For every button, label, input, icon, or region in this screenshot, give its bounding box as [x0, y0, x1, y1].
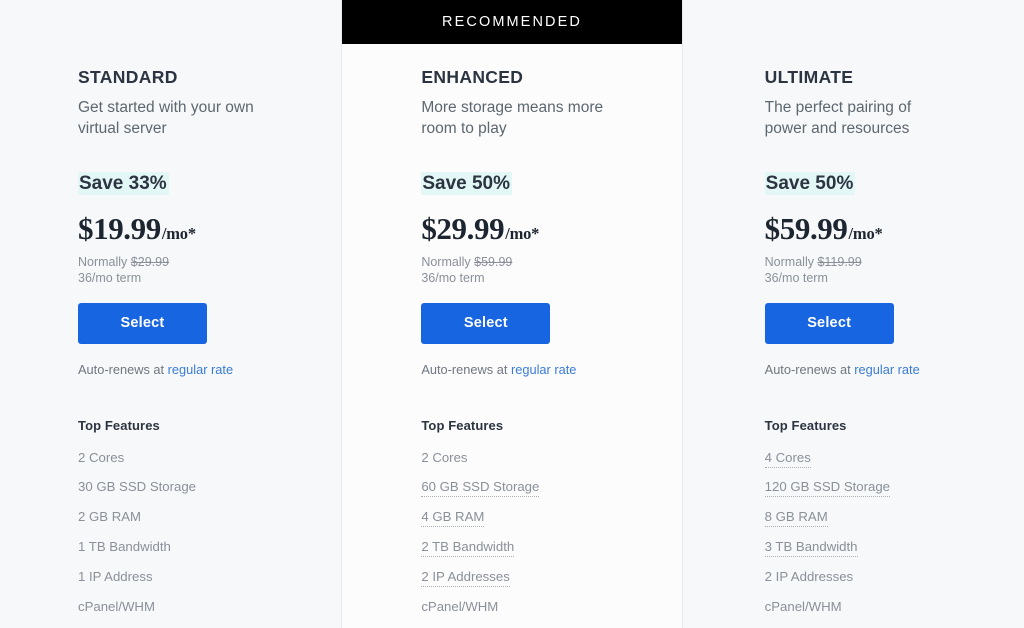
regular-rate-link[interactable]: regular rate [168, 362, 233, 377]
term-line: 36/mo term [764, 271, 828, 286]
features-title: Top Features [764, 417, 847, 433]
renew-prefix: Auto-renews at [764, 361, 855, 377]
feature-item: cPanel/WHM [78, 598, 155, 614]
renew-prefix: Auto-renews at [78, 361, 168, 377]
feature-item: 30 GB SSD Storage [78, 479, 197, 495]
features-list: Top Features 4 Cores 120 GB SSD Storage … [764, 417, 1002, 615]
price-period: /mo* [505, 223, 540, 243]
plan-tagline: The perfect pairing of power and resourc… [764, 99, 912, 137]
normally-line: Normally $59.99 [421, 254, 659, 271]
plan-tagline: Get started with your own virtual server [78, 99, 254, 137]
renew-prefix: Auto-renews at [421, 361, 511, 377]
feature-item[interactable]: 120 GB SSD Storage [764, 479, 1002, 498]
term-line: 36/mo term [421, 271, 485, 286]
plan-name: ULTIMATE [764, 67, 854, 87]
regular-rate-link[interactable]: regular rate [511, 362, 576, 377]
renew-note: Auto-renews at regular rate [765, 362, 1002, 377]
feature-item: 1 TB Bandwidth [78, 539, 171, 555]
select-button[interactable]: Select [764, 302, 894, 344]
normally-price: $119.99 [817, 254, 862, 269]
feature-item: 2 Cores [421, 449, 468, 465]
feature-item[interactable]: 8 GB RAM [764, 509, 1002, 528]
price-note: Normally $119.99 36/mo term [765, 254, 1002, 287]
price-row: $19.99 /mo* [78, 211, 319, 247]
plan-tagline: More storage means more room to play [421, 99, 604, 137]
feature-item[interactable]: 3 TB Bandwidth [764, 539, 1002, 558]
normally-price: $29.99 [130, 254, 170, 269]
feature-item: cPanel/WHM [764, 598, 842, 614]
feature-item[interactable]: 60 GB SSD Storage [421, 479, 659, 498]
normally-prefix: Normally [764, 254, 818, 269]
feature-item: 2 GB RAM [78, 509, 142, 525]
select-button[interactable]: Select [421, 302, 551, 344]
price-note: Normally $29.99 36/mo term [78, 254, 319, 287]
feature-item: cPanel/WHM [421, 598, 499, 614]
plan-card-enhanced: RECOMMENDED ENHANCED More storage means … [341, 0, 683, 628]
plan-name: STANDARD [78, 67, 178, 87]
regular-rate-link[interactable]: regular rate [854, 362, 919, 377]
feature-item[interactable]: 4 GB RAM [421, 509, 659, 528]
select-button[interactable]: Select [78, 302, 207, 344]
features-title: Top Features [78, 417, 160, 433]
feature-item: 2 Cores [78, 449, 125, 465]
renew-note: Auto-renews at regular rate [421, 362, 659, 377]
features-list: Top Features 2 Cores 30 GB SSD Storage 2… [78, 418, 319, 615]
normally-line: Normally $29.99 [78, 254, 319, 271]
recommended-banner: RECOMMENDED [342, 0, 682, 44]
features-title: Top Features [421, 417, 504, 433]
normally-prefix: Normally [421, 254, 475, 269]
feature-item[interactable]: 2 TB Bandwidth [421, 539, 659, 558]
normally-price: $59.99 [474, 254, 513, 269]
price-period: /mo* [848, 223, 883, 243]
renew-note: Auto-renews at regular rate [78, 362, 319, 377]
normally-prefix: Normally [78, 254, 131, 269]
feature-item: 1 IP Address [78, 569, 153, 585]
savings-row: Save 33% [78, 171, 319, 197]
plan-name: ENHANCED [421, 67, 524, 87]
plan-card-standard: STANDARD Get started with your own virtu… [0, 0, 341, 628]
feature-item[interactable]: 4 Cores [764, 449, 1002, 468]
savings-row: Save 50% [764, 171, 1002, 197]
price-amount: $59.99 [764, 210, 848, 246]
term-line: 36/mo term [78, 271, 142, 286]
price-amount: $19.99 [78, 210, 161, 246]
save-badge: Save 50% [764, 172, 856, 195]
feature-item[interactable]: 2 IP Addresses [421, 569, 659, 588]
save-badge: Save 33% [78, 172, 169, 195]
feature-item: 2 IP Addresses [764, 569, 854, 585]
price-row: $59.99 /mo* [765, 211, 1002, 247]
plan-card-ultimate: ULTIMATE The perfect pairing of power an… [683, 0, 1024, 628]
features-list: Top Features 2 Cores 60 GB SSD Storage 4… [421, 418, 659, 615]
price-amount: $29.99 [421, 210, 505, 246]
normally-line: Normally $119.99 [765, 254, 1002, 271]
pricing-table: STANDARD Get started with your own virtu… [0, 0, 1024, 628]
price-row: $29.99 /mo* [421, 211, 659, 247]
save-badge: Save 50% [421, 172, 513, 195]
savings-row: Save 50% [421, 171, 659, 197]
price-period: /mo* [161, 223, 196, 243]
price-note: Normally $59.99 36/mo term [421, 254, 659, 287]
